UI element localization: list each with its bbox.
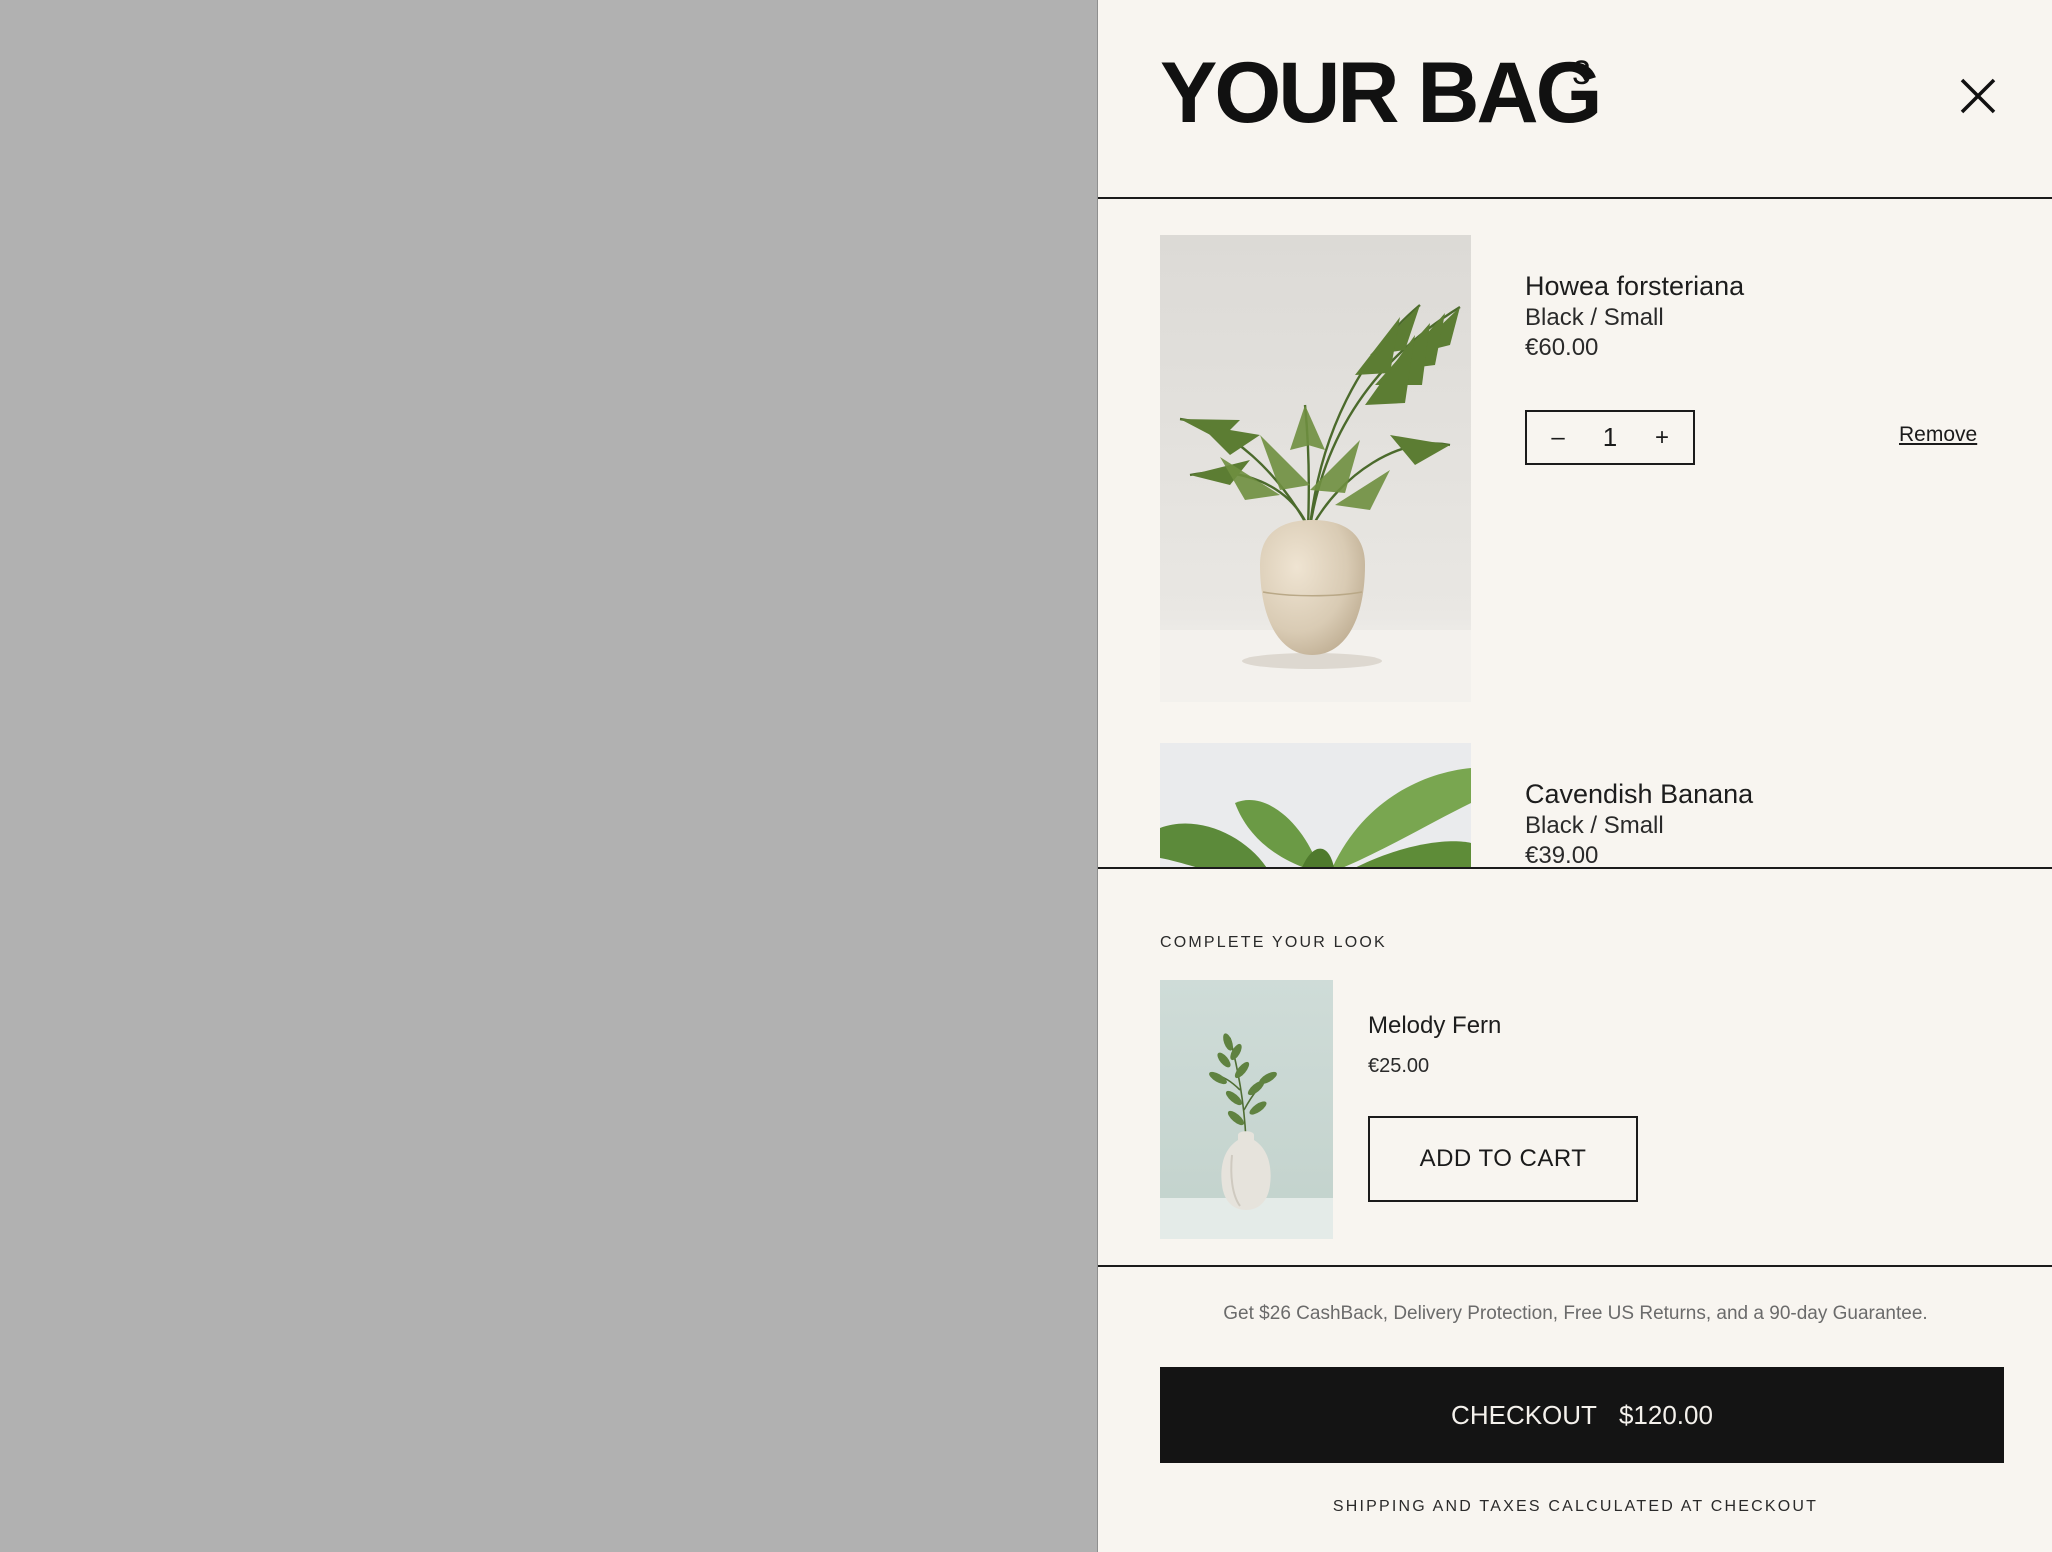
close-button[interactable] [1954, 72, 2002, 120]
checkout-button[interactable]: CHECKOUT $120.00 [1160, 1367, 2004, 1463]
product-image-cavendish-banana[interactable] [1160, 743, 1471, 867]
item-variant: Black / Small [1525, 304, 1664, 331]
quantity-value: 1 [1602, 422, 1618, 452]
bag-item-count: 3 [1572, 54, 1591, 92]
item-info: Howea forsteriana Black / Small €60.00 [1525, 269, 1744, 363]
backdrop-overlay[interactable] [0, 0, 1097, 1552]
upsell-product-name[interactable]: Melody Fern [1368, 1012, 1501, 1040]
add-to-cart-button[interactable]: ADD TO CART [1368, 1116, 1638, 1202]
upsell-product-price: €25.00 [1368, 1055, 1430, 1077]
complete-your-look-section: COMPLETE YOUR LOOK Melody Fern €25.00 AD… [1098, 871, 2052, 1267]
product-image-melody-fern[interactable] [1160, 980, 1333, 1239]
product-image-howea[interactable] [1160, 235, 1471, 702]
item-info: Cavendish Banana Black / Small €39.00 [1525, 777, 1753, 869]
cart-item: Howea forsteriana Black / Small €60.00 –… [1098, 235, 2052, 702]
checkout-label: CHECKOUT [1451, 1399, 1597, 1430]
decrease-quantity-button[interactable]: – [1545, 425, 1571, 450]
checkout-total: $120.00 [1618, 1399, 1713, 1430]
remove-link[interactable]: Remove [1899, 423, 1977, 447]
drawer-header: YOUR BAG 3 [1098, 0, 2052, 199]
increase-quantity-button[interactable]: + [1649, 425, 1675, 450]
guarantee-note: Get $26 CashBack, Delivery Protection, F… [1223, 1303, 1928, 1324]
shipping-note: SHIPPING AND TAXES CALCULATED AT CHECKOU… [1332, 1498, 1819, 1515]
upsell-heading: COMPLETE YOUR LOOK [1160, 934, 1387, 951]
item-name[interactable]: Cavendish Banana [1525, 777, 1753, 811]
item-variant: Black / Small [1525, 812, 1664, 839]
item-name[interactable]: Howea forsteriana [1525, 269, 1744, 303]
item-price: €60.00 [1525, 334, 1599, 361]
cart-items-list[interactable]: Howea forsteriana Black / Small €60.00 –… [1098, 201, 2052, 869]
cart-item: Cavendish Banana Black / Small €39.00 [1098, 743, 2052, 869]
close-icon [1960, 78, 1996, 114]
quantity-stepper: – 1 + [1525, 410, 1695, 465]
cart-footer: Get $26 CashBack, Delivery Protection, F… [1098, 1269, 2052, 1552]
bag-title: YOUR BAG [1160, 45, 1602, 141]
cart-drawer: YOUR BAG 3 Howea forsteriana Black / Sma… [1097, 0, 2052, 1552]
item-price: €39.00 [1525, 842, 1599, 869]
